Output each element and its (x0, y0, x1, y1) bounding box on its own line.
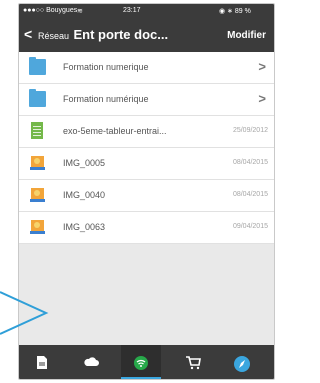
item-date: 09/04/2015 (232, 223, 268, 230)
modify-button[interactable]: Modifier (227, 30, 266, 41)
chevron-right-icon: > (258, 91, 266, 106)
status-bar: ●●●○○ Bouygues ≋ 23:17 ◉ ∗ 89 % (19, 4, 274, 18)
item-name: Formation numérique (63, 94, 149, 104)
list-item[interactable]: IMG_0040 08/04/2015 (19, 180, 274, 212)
wifi-icon: ≋ (77, 8, 83, 15)
tab-documents[interactable] (23, 345, 63, 379)
item-name: IMG_0005 (63, 158, 106, 168)
item-date: 08/04/2015 (232, 191, 268, 198)
list-item[interactable]: Formation numérique > (19, 84, 274, 116)
tab-compass[interactable] (221, 345, 261, 379)
tab-network[interactable] (121, 345, 161, 379)
clock: 23:17 (123, 7, 141, 14)
image-file-icon (30, 156, 45, 170)
image-file-icon (30, 220, 45, 234)
cart-icon (186, 356, 201, 370)
battery-status: ◉ ∗ 89 % (219, 8, 251, 15)
file-list: Formation numerique > Formation numériqu… (19, 52, 274, 244)
item-name: Formation numerique (63, 62, 149, 72)
folder-icon (29, 89, 46, 107)
list-item[interactable]: IMG_0063 09/04/2015 (19, 212, 274, 244)
folder-icon (29, 57, 46, 75)
list-item[interactable]: exo-5eme-tableur-entrai... 25/09/2012 (19, 116, 274, 148)
item-date: 25/09/2012 (232, 127, 268, 134)
item-name: exo-5eme-tableur-entrai... (63, 126, 167, 136)
chevron-right-icon: > (258, 59, 266, 74)
tab-cart[interactable] (173, 345, 213, 379)
carrier-label: ●●●○○ Bouygues (23, 7, 78, 14)
item-name: IMG_0040 (63, 190, 106, 200)
tab-bar (19, 345, 274, 379)
navigation-bar: < Réseau Ent porte doc... Modifier (19, 18, 274, 52)
image-file-icon (30, 188, 45, 202)
spreadsheet-icon (31, 122, 43, 139)
nav-title-prefix: Réseau (38, 31, 70, 41)
back-button[interactable]: < (24, 26, 32, 42)
list-item[interactable]: IMG_0005 08/04/2015 (19, 148, 274, 180)
pointer-arrow-icon (0, 291, 49, 335)
phone-screen: ●●●○○ Bouygues ≋ 23:17 ◉ ∗ 89 % < Réseau… (18, 3, 275, 380)
nav-title: Réseau Ent porte doc... (38, 26, 168, 44)
item-date: 08/04/2015 (232, 159, 268, 166)
tab-cloud[interactable] (71, 345, 111, 379)
item-name: IMG_0063 (63, 222, 106, 232)
list-item[interactable]: Formation numerique > (19, 52, 274, 84)
network-icon (134, 356, 148, 370)
document-icon (37, 356, 47, 369)
cloud-icon (84, 357, 99, 366)
compass-icon (234, 356, 250, 372)
nav-title-main: Ent porte doc... (73, 27, 169, 42)
